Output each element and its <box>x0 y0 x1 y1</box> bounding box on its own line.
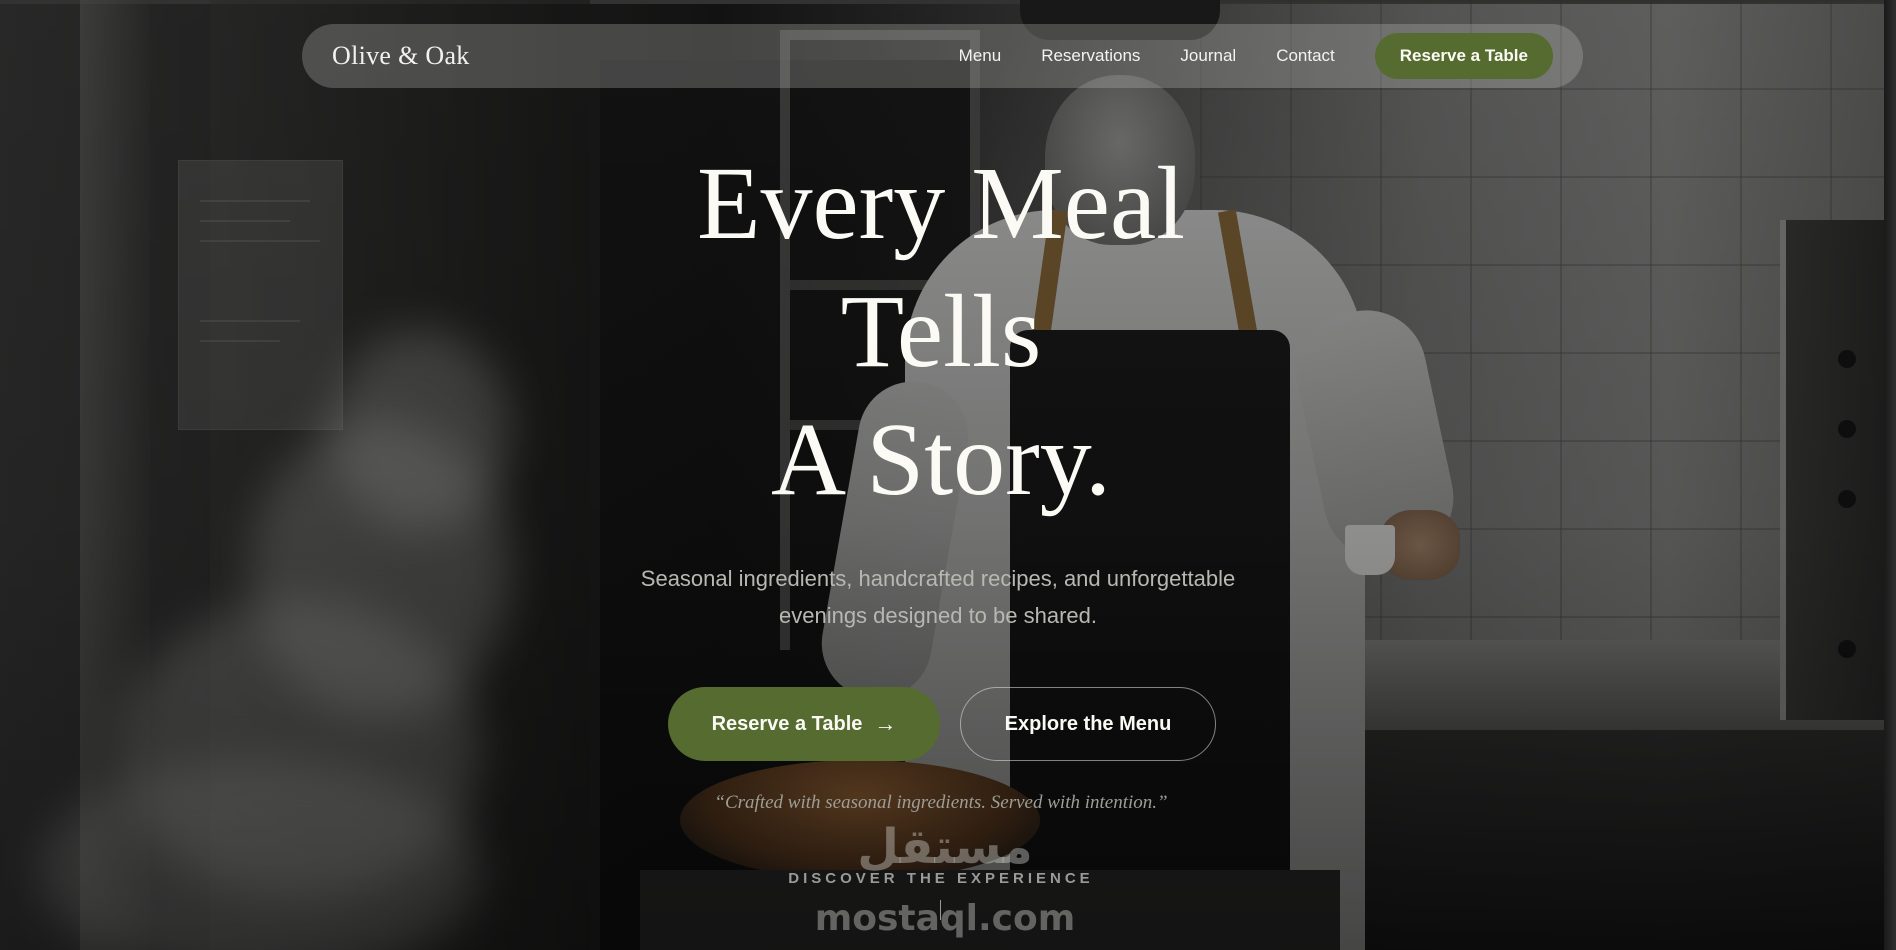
page-scrollbar[interactable] <box>1884 0 1896 950</box>
nav-link-menu[interactable]: Menu <box>959 46 1002 66</box>
scroll-cue-label[interactable]: DISCOVER THE EXPERIENCE <box>0 870 1882 887</box>
explore-menu-label: Explore the Menu <box>1004 712 1172 735</box>
nav-links: Menu Reservations Journal Contact Reserv… <box>919 33 1553 79</box>
reserve-table-label: Reserve a Table <box>711 712 863 735</box>
arrow-right-icon: → <box>874 711 897 736</box>
watermark-latin: mostaql.com <box>814 898 1076 939</box>
hero-subtext: Seasonal ingredients, handcrafted recipe… <box>640 566 1236 628</box>
nav-link-journal[interactable]: Journal <box>1180 46 1236 66</box>
hero-headline: Every Meal Tells A Story. <box>0 140 1882 524</box>
nav-link-contact[interactable]: Contact <box>1276 46 1335 66</box>
explore-menu-button[interactable]: Explore the Menu <box>960 687 1216 761</box>
nav-reserve-button[interactable]: Reserve a Table <box>1374 33 1553 79</box>
reserve-table-button[interactable]: Reserve a Table → <box>668 687 940 761</box>
headline-line-2: Tells <box>840 274 1042 389</box>
headline-line-3: A Story. <box>771 402 1111 517</box>
brand-logo[interactable]: Olive & Oak <box>332 41 470 71</box>
scroll-cue-line <box>940 900 941 920</box>
watermark-arabic: مستقل <box>857 819 1033 875</box>
hero-quote: “Crafted with seasonal ingredients. Serv… <box>714 792 1168 813</box>
nav-link-reservations[interactable]: Reservations <box>1041 46 1140 66</box>
headline-line-1: Every Meal <box>696 146 1185 261</box>
navbar: Olive & Oak Menu Reservations Journal Co… <box>302 24 1583 88</box>
